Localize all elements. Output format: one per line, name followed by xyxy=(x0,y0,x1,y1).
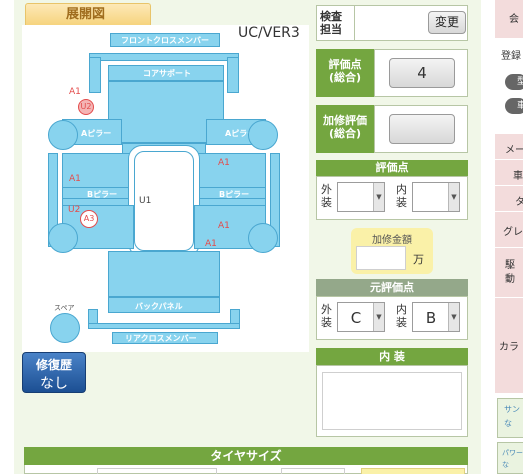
left-border xyxy=(0,0,14,474)
original-exterior-select[interactable]: C ▼ xyxy=(337,302,385,332)
repair-evaluation-box xyxy=(374,105,468,153)
evaluation-value[interactable]: 4 xyxy=(389,58,455,88)
interior-box xyxy=(316,365,468,437)
spare-label: スペア xyxy=(54,304,75,312)
mark-a1-right-lower: A1 xyxy=(205,239,217,249)
original-interior-label: 内 装 xyxy=(396,303,407,329)
mark-a1-right-side: A1 xyxy=(218,221,230,231)
grade-box: 外 装 ▼ 内 装 ▼ xyxy=(316,176,468,220)
tire-size-input[interactable] xyxy=(97,468,217,474)
evaluation-box: 4 xyxy=(374,49,468,97)
mark-u2-left-rear: U2 xyxy=(68,205,81,215)
model-code: UC/VER3 xyxy=(238,25,300,41)
tire-size-input-2[interactable] xyxy=(281,468,345,474)
wheel-front-right[interactable] xyxy=(248,120,278,150)
strip-row-type: タ xyxy=(495,186,523,212)
strip-toggle-2[interactable]: 車 xyxy=(505,98,523,114)
grade-header: 評価点 xyxy=(316,160,468,176)
strip-row-maker: メー xyxy=(495,134,523,160)
strip-row-1: 会 xyxy=(495,0,523,38)
sunroof-option[interactable]: サン な xyxy=(497,398,523,438)
mark-u1-roof: U1 xyxy=(139,196,152,206)
original-interior-select[interactable]: B ▼ xyxy=(412,302,460,332)
tire-size-header: タイヤサイズ xyxy=(24,447,468,465)
mark-a1-left-side: A1 xyxy=(69,174,81,184)
change-button[interactable]: 変更 xyxy=(428,11,466,34)
strip-row-car: 車 xyxy=(495,160,523,186)
wheel-rear-right[interactable] xyxy=(248,223,278,253)
original-exterior-label: 外 装 xyxy=(321,303,332,329)
b-pillar-right[interactable]: Bピラー xyxy=(194,187,266,199)
repair-cost-box: 加修金額 万 xyxy=(351,228,433,274)
original-grade-header: 元評価点 xyxy=(316,279,468,296)
interior-header: 内 装 xyxy=(316,348,468,365)
grade-exterior-label: 外 装 xyxy=(321,183,332,209)
evaluation-label: 評価点 (総合) xyxy=(316,49,374,97)
front-cross-member[interactable]: フロントクロスメンバー xyxy=(110,33,220,47)
inspector-box: 検査 担当 変更 xyxy=(316,5,468,41)
tire-size-highlight xyxy=(361,468,465,474)
repair-history-button[interactable]: 修復歴 なし xyxy=(22,352,86,393)
wheel-front-left[interactable] xyxy=(48,120,78,150)
repair-cost-unit: 万 xyxy=(413,253,424,266)
diagram-tab[interactable]: 展開図 xyxy=(25,3,151,25)
repair-cost-input[interactable] xyxy=(356,246,406,270)
trunk[interactable] xyxy=(108,251,220,297)
chevron-down-icon: ▼ xyxy=(373,303,384,331)
front-frame-left[interactable] xyxy=(89,57,101,93)
core-support[interactable]: コアサポート xyxy=(108,65,224,81)
front-frame[interactable] xyxy=(89,53,239,61)
grade-interior-select[interactable]: ▼ xyxy=(412,182,460,212)
rear-cross-member[interactable]: リアクロスメンバー xyxy=(112,332,218,344)
mark-u2-front-left: U2 xyxy=(78,99,94,115)
back-panel[interactable]: バックパネル xyxy=(108,297,220,313)
car-diagram: UC/VER3 フロントクロスメンバー コアサポート Aピラー Aピラー Bピラ… xyxy=(22,25,309,352)
mark-a1-front-left: A1 xyxy=(69,87,81,97)
repair-evaluation-label: 加修評価 (総合) xyxy=(316,105,374,153)
front-frame-right[interactable] xyxy=(227,57,239,93)
strip-row-2: 登録 xyxy=(495,38,523,68)
chevron-down-icon: ▼ xyxy=(448,303,459,331)
spare-tire[interactable] xyxy=(50,313,80,343)
strip-toggle-1[interactable]: 型 xyxy=(505,74,523,90)
chevron-down-icon: ▼ xyxy=(448,183,459,211)
grade-exterior-select[interactable]: ▼ xyxy=(337,182,385,212)
panel-divider xyxy=(481,0,486,474)
original-grade-box: 外 装 C ▼ 内 装 B ▼ xyxy=(316,296,468,340)
wheel-rear-left[interactable] xyxy=(48,223,78,253)
tire-size-box xyxy=(24,465,468,474)
inspector-label: 検査 担当 xyxy=(320,10,342,36)
b-pillar-left[interactable]: Bピラー xyxy=(62,187,134,199)
interior-textarea[interactable] xyxy=(322,372,462,430)
repair-evaluation-value[interactable] xyxy=(389,114,455,144)
strip-row-drive: 駆 動 xyxy=(495,248,523,298)
mark-a1-mid-right: A1 xyxy=(218,158,230,168)
power-option[interactable]: パワー な xyxy=(497,442,523,474)
chevron-down-icon: ▼ xyxy=(373,183,384,211)
grade-interior-label: 内 装 xyxy=(396,183,407,209)
strip-row-color: カラ xyxy=(495,298,523,394)
repair-cost-label: 加修金額 xyxy=(372,235,412,246)
strip-row-grade: グレ xyxy=(495,212,523,248)
mark-a3-left-rear: A3 xyxy=(80,210,98,228)
rear-frame[interactable] xyxy=(88,323,240,329)
